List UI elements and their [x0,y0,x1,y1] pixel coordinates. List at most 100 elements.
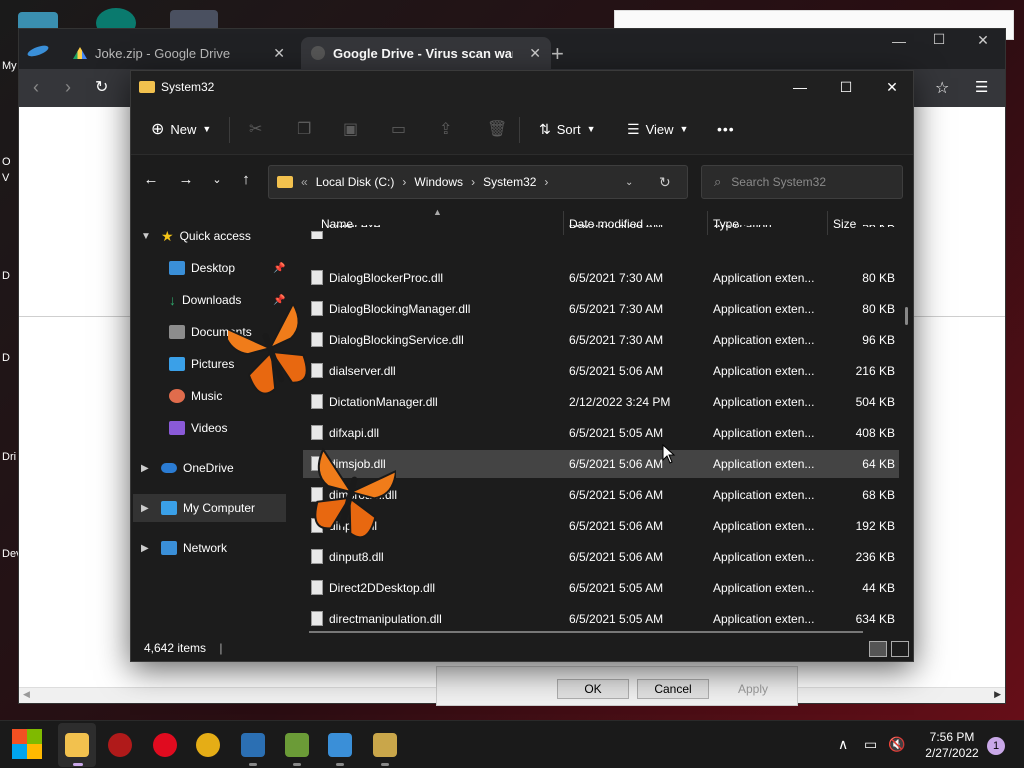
volume-muted-icon[interactable]: 🔇 [888,736,905,753]
ok-button[interactable]: OK [557,679,629,699]
horizontal-scrollbar-thumb[interactable] [309,631,863,633]
close-icon[interactable]: ✕ [869,71,915,103]
new-button[interactable]: ⊕ New ▼ [151,115,211,143]
table-row[interactable]: dialserver.dll 6/5/2021 5:06 AM Applicatio… [303,357,899,385]
videos-icon [169,421,185,435]
scroll-right-icon[interactable]: ▶ [994,689,1001,700]
copy-button[interactable]: ❐ [297,115,311,143]
table-row[interactable]: directmanipulation.dll 6/5/2021 5:05 AM Ap… [303,605,899,633]
chevron-right-icon[interactable]: › [471,175,475,189]
explorer-title-bar[interactable]: System32 — ☐ ✕ [131,71,913,103]
cut-button[interactable]: ✂ [249,115,262,143]
tab-virus-scan[interactable]: Google Drive - Virus scan warn ✕ [301,37,551,69]
browser-logo-icon [26,43,50,59]
desktop-label: Dri [2,451,17,463]
file-type: Application exten... [713,519,815,533]
settings-sliders-icon[interactable]: ☰ [975,78,988,96]
close-tab-icon[interactable]: ✕ [529,45,541,62]
chevron-up-icon[interactable]: ∧ [838,736,848,753]
display-icon[interactable]: ▭ [864,736,877,753]
opera-icon[interactable] [153,733,177,757]
clock[interactable]: 7:56 PM 2/27/2022 [912,729,992,761]
tab-joke-zip[interactable]: Joke.zip - Google Drive ✕ [63,37,295,69]
delete-button[interactable]: 🗑 [487,115,507,143]
lock-app-icon[interactable] [373,733,397,757]
bookmark-star-icon[interactable]: ☆ [935,78,949,98]
pale-moon-icon[interactable] [241,733,265,757]
cancel-button[interactable]: Cancel [637,679,709,699]
close-icon[interactable]: ✕ [963,32,1003,49]
item-count: 4,642 items [144,641,207,655]
view-button[interactable]: ☰ View ▼ [627,115,688,143]
table-row[interactable]: DialogBlockingService.dll 6/5/2021 7:30 A… [303,326,899,354]
antivirus-icon[interactable] [108,733,132,757]
refresh-icon[interactable]: ↻ [659,174,671,191]
music-icon [169,389,185,403]
large-icons-view-button[interactable] [891,641,909,657]
browser-shield-icon[interactable] [196,733,220,757]
sidebar-item-my-computer[interactable]: ▶ My Computer [133,494,286,522]
desktop-label: D [2,270,10,282]
table-row[interactable]: DialogBlockingManager.dll 6/5/2021 7:30 A… [303,295,899,323]
chevron-right-icon[interactable]: ▶ [141,503,149,514]
pin-icon: 📌 [273,262,286,274]
paste-button[interactable]: ▣ [343,115,358,143]
maximize-icon[interactable]: ☐ [919,31,959,48]
chevron-right-icon[interactable]: ▶ [141,543,149,554]
minecraft-icon[interactable] [285,733,309,757]
sidebar-item-desktop[interactable]: Desktop 📌 [131,254,289,282]
scroll-left-icon[interactable]: ◀ [23,689,30,700]
address-bar[interactable]: « Local Disk (C:) › Windows › System32 ›… [268,165,688,199]
forward-arrow-icon[interactable]: → [174,171,198,193]
forward-icon[interactable]: › [65,77,71,98]
chevron-right-icon[interactable]: ▶ [141,463,149,474]
file-date: 6/5/2021 7:30 AM [569,271,664,285]
start-windows-icon[interactable] [12,729,42,759]
file-size: 408 KB [855,426,895,440]
file-date: 6/5/2021 5:06 AM [569,550,664,564]
chevron-down-icon[interactable]: ▼ [141,231,151,242]
sidebar-item-quick-access[interactable]: ▼ ★ Quick access [131,222,289,250]
recent-locations-icon[interactable]: ⌄ [205,173,229,195]
apply-button[interactable]: Apply [717,679,789,699]
breadcrumb-windows[interactable]: Windows [414,175,463,189]
new-tab-button[interactable]: + [551,41,564,67]
table-row[interactable]: DictationManager.dll 2/12/2022 3:24 PM App… [303,388,899,416]
breadcrumb-system32[interactable]: System32 [483,175,536,189]
sort-button[interactable]: ⇅ Sort ▼ [539,115,596,143]
reload-icon[interactable]: ↻ [95,77,108,97]
chevron-right-icon[interactable]: › [544,175,548,189]
file-date: 6/5/2021 5:06 AM [569,488,664,502]
search-box[interactable]: ⌕ Search System32 [701,165,903,199]
notification-badge[interactable]: 1 [987,737,1005,755]
back-icon[interactable]: ‹ [33,77,39,98]
file-explorer-icon[interactable] [65,733,89,757]
up-arrow-icon[interactable]: ↑ [234,171,258,193]
close-tab-icon[interactable]: ✕ [273,45,285,62]
back-arrow-icon[interactable]: ← [139,171,163,193]
sidebar-item-onedrive[interactable]: ▶ OneDrive [131,454,289,482]
file-type: Application [713,225,825,227]
table-row[interactable]: DialogBlockerProc.dll 6/5/2021 7:30 AM App… [303,264,899,292]
table-row[interactable]: dialer.exe 6/5/2021 5:06 AM Application56 … [303,225,899,239]
address-overflow[interactable]: « [301,175,308,189]
breadcrumb-local-disk[interactable]: Local Disk (C:) [316,175,395,189]
task-manager-icon[interactable] [328,733,352,757]
download-icon: ↓ [169,292,176,308]
minimize-icon[interactable]: — [879,33,919,49]
file-date: 6/5/2021 5:06 AM [569,457,664,471]
minimize-icon[interactable]: — [777,71,823,103]
chevron-right-icon[interactable]: › [402,175,406,189]
more-options-button[interactable]: ••• [717,115,735,143]
details-view-button[interactable] [869,641,887,657]
properties-dialog-buttons: OK Cancel Apply [436,666,798,706]
vertical-scrollbar-thumb[interactable] [905,307,908,325]
rename-button[interactable]: ▭ [391,115,406,143]
file-icon [311,270,323,285]
sidebar-item-network[interactable]: ▶ Network [131,534,289,562]
maximize-icon[interactable]: ☐ [823,71,869,103]
share-button[interactable]: ⇪ [439,115,452,143]
address-history-icon[interactable]: ⌄ [625,177,633,188]
table-row[interactable]: Direct2DDesktop.dll 6/5/2021 5:05 AM Appli… [303,574,899,602]
sidebar-item-videos[interactable]: Videos [131,414,289,442]
